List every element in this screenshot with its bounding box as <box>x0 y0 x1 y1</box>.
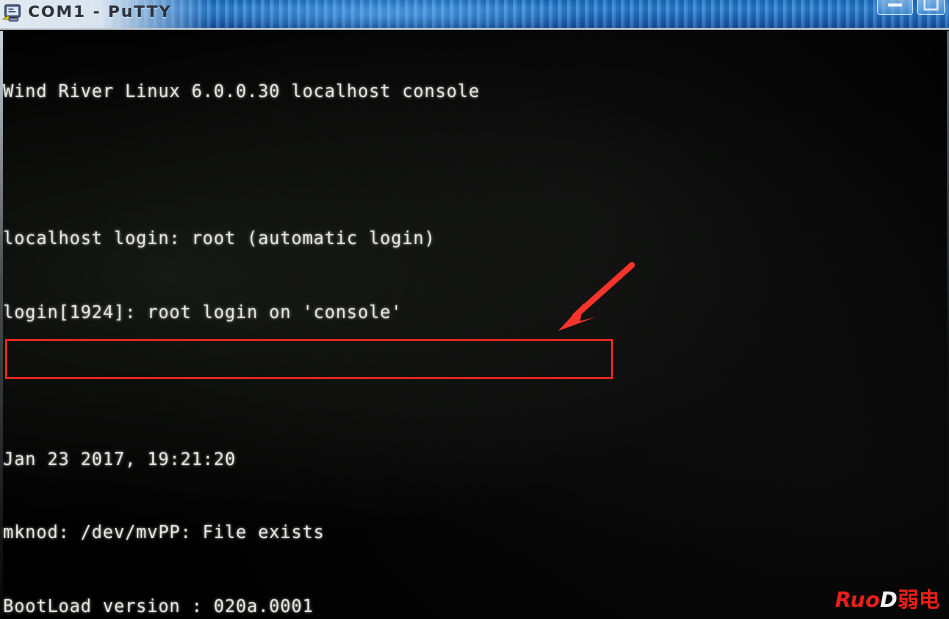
console-line: login[1924]: root login on 'console' <box>3 302 403 323</box>
watermark-part-2: D <box>879 588 898 612</box>
putty-terminal-icon <box>1 2 24 24</box>
watermark: RuoD弱电 <box>835 590 940 611</box>
maximize-button[interactable] <box>917 0 945 15</box>
console-line: Jan 23 2017, 19:21:20 <box>3 449 236 470</box>
console-line: BootLoad version : 020a.0001 <box>3 596 314 617</box>
console-line: Wind River Linux 6.0.0.30 localhost cons… <box>3 82 480 102</box>
putty-window: COM1 - PuTTY Wind River Linux 6.0.0.30 l… <box>0 0 949 619</box>
console-output: Wind River Linux 6.0.0.30 localhost cons… <box>3 31 947 619</box>
watermark-part-1: Ruo <box>834 588 880 612</box>
titlebar-divider <box>0 28 949 30</box>
console-line: mknod: /dev/mvPP: File exists <box>3 523 325 543</box>
titlebar-screen-glow <box>180 0 600 30</box>
window-controls[interactable] <box>877 0 945 15</box>
watermark-part-3: 弱电 <box>897 588 940 612</box>
console-line: localhost login: root (automatic login) <box>3 229 436 249</box>
maximize-icon <box>923 0 939 11</box>
minimize-icon <box>888 3 902 7</box>
window-frame-left <box>0 31 3 619</box>
terminal-screen[interactable]: Wind River Linux 6.0.0.30 localhost cons… <box>0 31 949 619</box>
window-titlebar[interactable]: COM1 - PuTTY <box>0 0 949 30</box>
minimize-button[interactable] <box>877 0 913 15</box>
window-title: COM1 - PuTTY <box>28 2 172 21</box>
